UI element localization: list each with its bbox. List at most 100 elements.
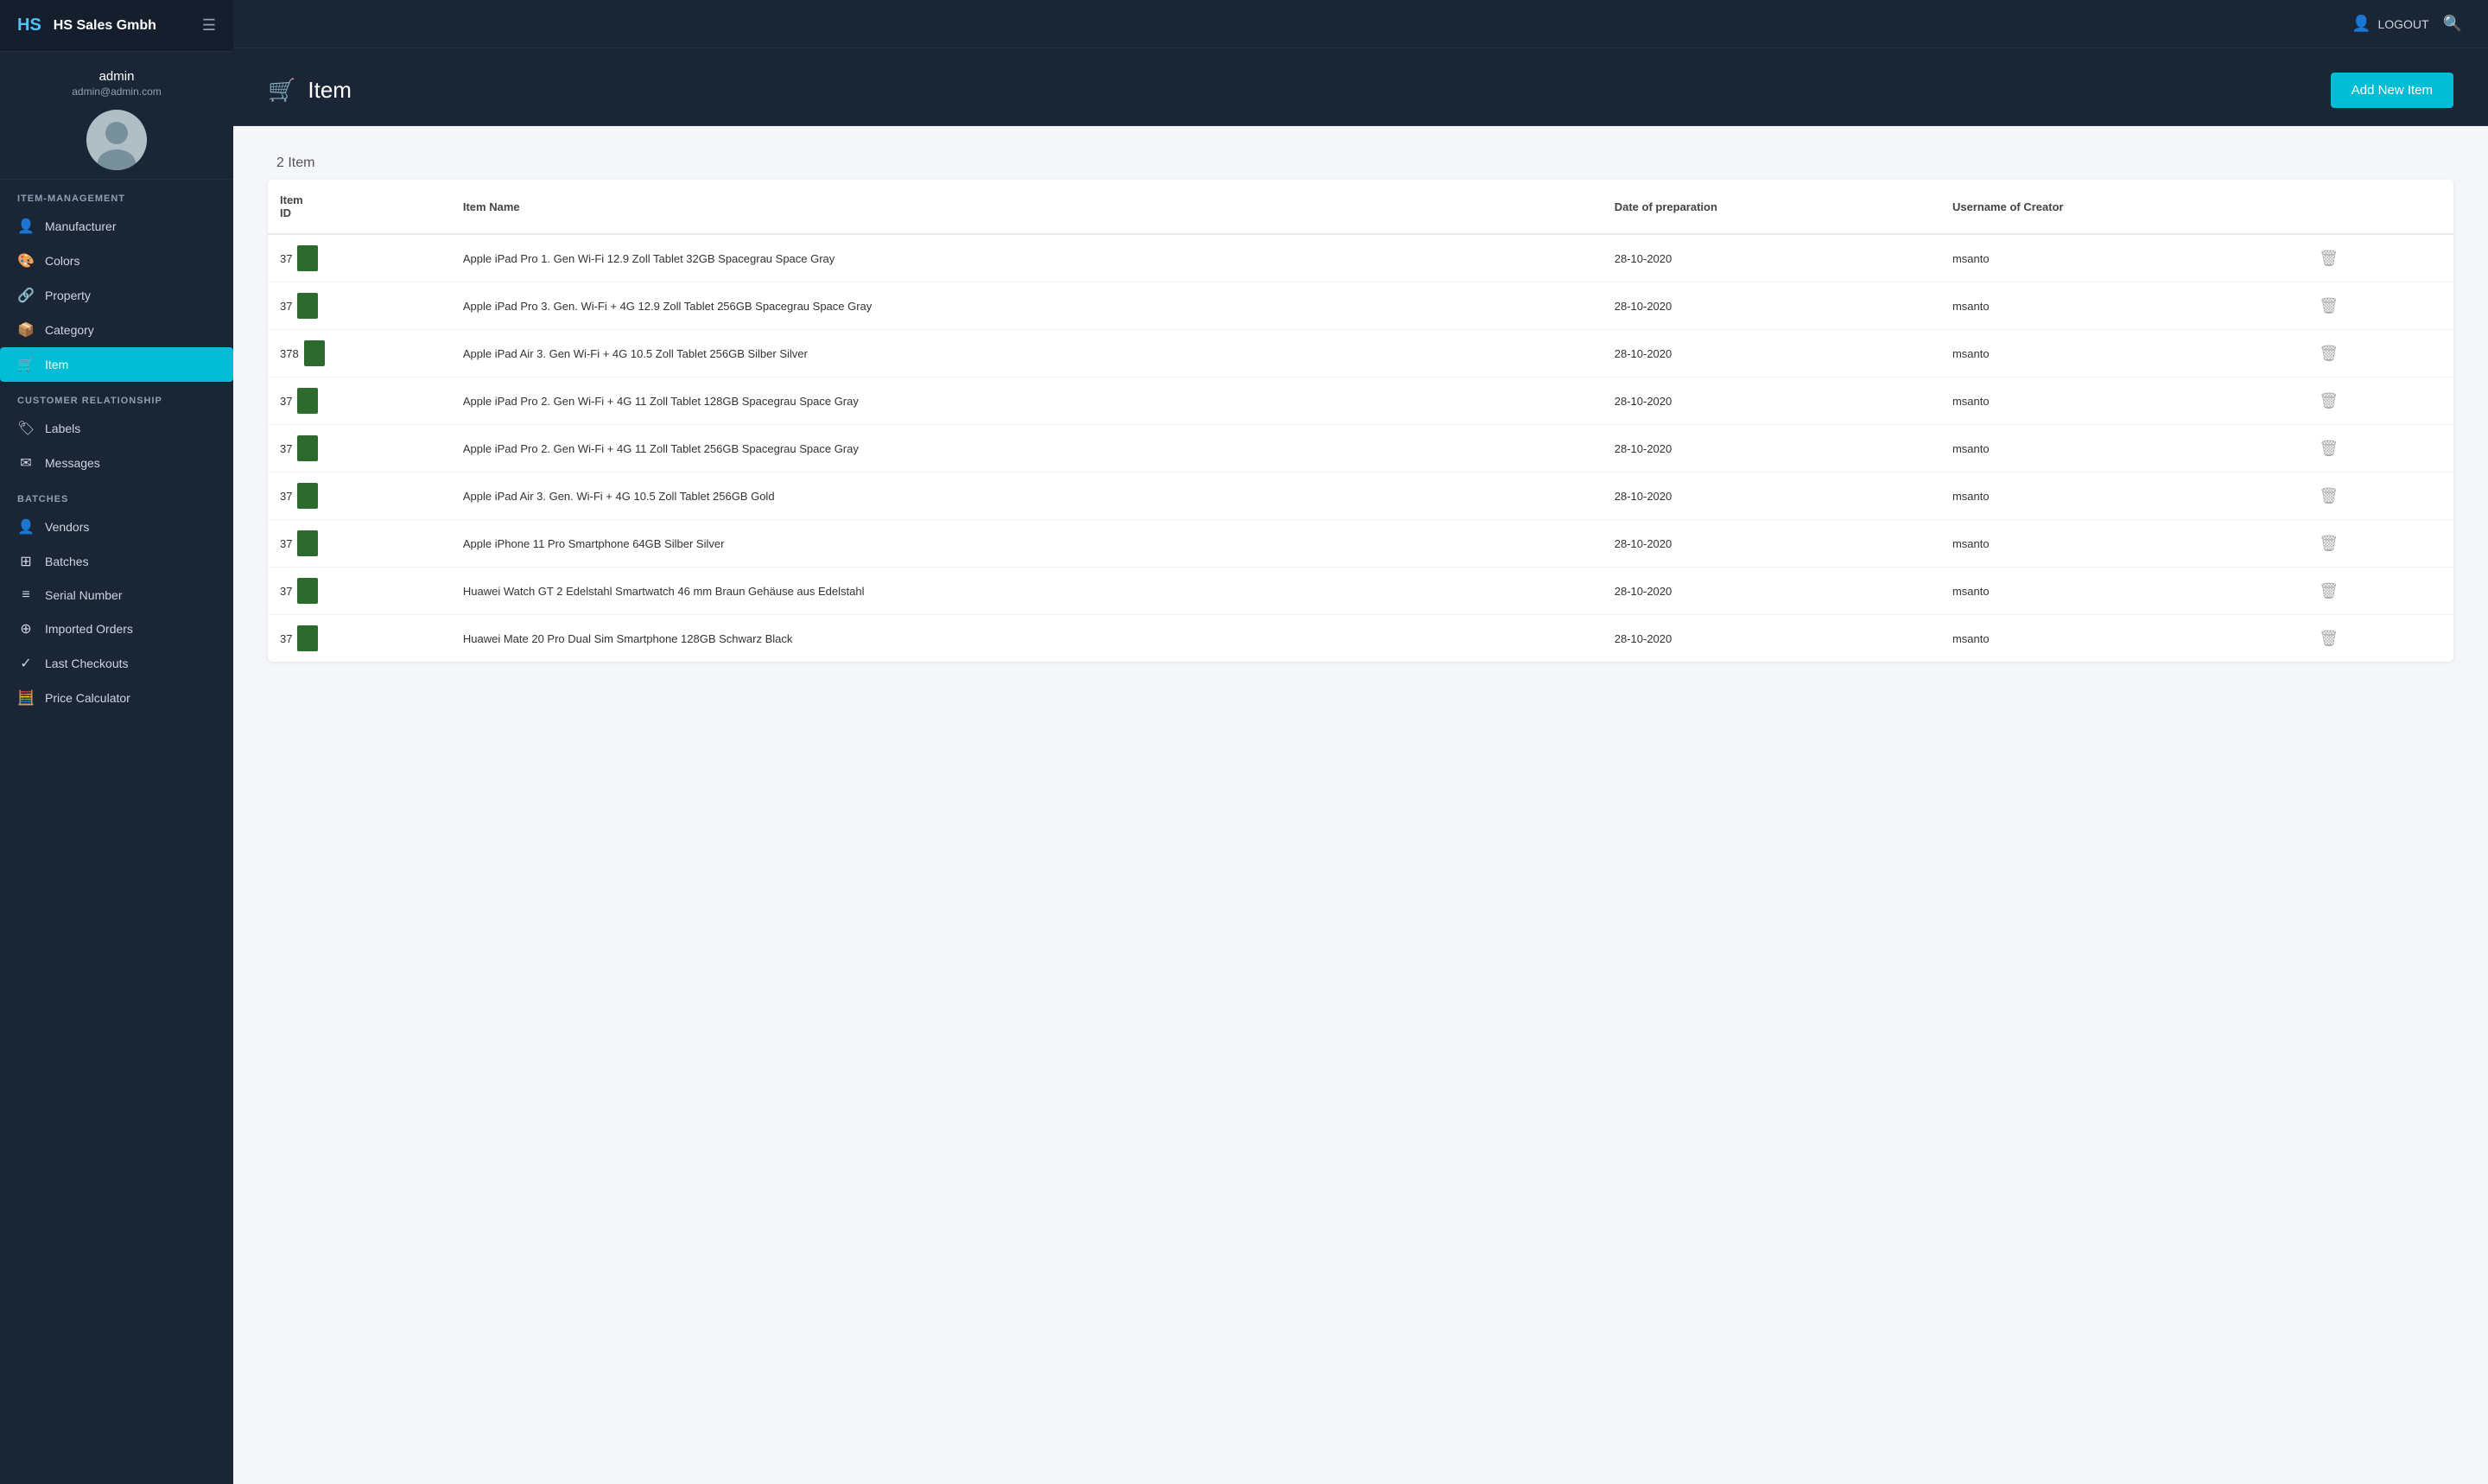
cell-item-name: Apple iPad Pro 2. Gen Wi-Fi + 4G 11 Zoll…	[451, 377, 1603, 425]
cell-item-id: 37	[268, 472, 451, 520]
cell-actions: 🗑	[2300, 425, 2453, 472]
color-swatch	[297, 625, 318, 651]
serial-number-icon: ≡	[17, 587, 35, 603]
sidebar-item-label: Item	[45, 358, 68, 371]
cell-item-id: 37	[268, 615, 451, 663]
delete-button[interactable]: 🗑	[2312, 294, 2345, 319]
item-icon: 🛒	[17, 356, 35, 373]
items-table-container: ItemID Item Name Date of preparation Use…	[268, 180, 2453, 662]
col-actions	[2300, 180, 2453, 234]
item-id-text: 37	[280, 537, 292, 550]
sidebar-item-label: Vendors	[45, 520, 89, 534]
search-icon[interactable]: 🔍	[2443, 15, 2462, 33]
cart-icon: 🛒	[268, 77, 295, 104]
color-swatch	[297, 483, 318, 509]
sidebar-item-label: Category	[45, 323, 94, 337]
delete-button[interactable]: 🗑	[2312, 531, 2345, 556]
cell-item-name: Apple iPhone 11 Pro Smartphone 64GB Silb…	[451, 520, 1603, 568]
cell-creator: msanto	[1940, 520, 2300, 568]
sidebar-item-price-calculator[interactable]: 🧮 Price Calculator	[0, 681, 233, 715]
cell-date: 28-10-2020	[1603, 282, 1940, 330]
sidebar-item-labels[interactable]: 🏷 Labels	[0, 411, 233, 446]
logout-button[interactable]: 👤 LOGOUT	[2352, 15, 2429, 33]
delete-button[interactable]: 🗑	[2312, 626, 2345, 651]
hamburger-icon[interactable]: ☰	[202, 16, 216, 35]
cell-actions: 🗑	[2300, 520, 2453, 568]
cell-item-id: 37	[268, 234, 451, 282]
item-id-text: 37	[280, 252, 292, 265]
item-id-text: 37	[280, 490, 292, 503]
delete-button[interactable]: 🗑	[2312, 484, 2345, 509]
sidebar-item-category[interactable]: 📦 Category	[0, 313, 233, 347]
sidebar: HS HS Sales Gmbh ☰ admin admin@admin.com…	[0, 0, 233, 1484]
cell-item-id: 37	[268, 282, 451, 330]
delete-button[interactable]: 🗑	[2312, 246, 2345, 271]
main-area: 👤 LOGOUT 🔍 🛒 Item Add New Item 2 Item	[233, 0, 2488, 1484]
sidebar-item-label: Labels	[45, 422, 80, 435]
cell-date: 28-10-2020	[1603, 425, 1940, 472]
sidebar-item-vendors[interactable]: 👤 Vendors	[0, 510, 233, 544]
cell-item-name: Apple iPad Air 3. Gen. Wi-Fi + 4G 10.5 Z…	[451, 472, 1603, 520]
sidebar-item-colors[interactable]: 🎨 Colors	[0, 244, 233, 278]
sidebar-item-batches[interactable]: ⊞ Batches	[0, 544, 233, 579]
table-row: 378 Apple iPad Air 3. Gen Wi-Fi + 4G 10.…	[268, 330, 2453, 377]
sidebar-item-manufacturer[interactable]: 👤 Manufacturer	[0, 209, 233, 244]
cell-date: 28-10-2020	[1603, 520, 1940, 568]
sidebar-item-label: Property	[45, 289, 91, 302]
topbar-right: 👤 LOGOUT 🔍	[2352, 15, 2462, 33]
col-creator: Username of Creator	[1940, 180, 2300, 234]
delete-button[interactable]: 🗑	[2312, 341, 2345, 366]
cell-date: 28-10-2020	[1603, 377, 1940, 425]
imported-orders-icon: ⊕	[17, 620, 35, 637]
cell-date: 28-10-2020	[1603, 330, 1940, 377]
sidebar-item-imported-orders[interactable]: ⊕ Imported Orders	[0, 612, 233, 646]
avatar	[86, 110, 147, 170]
sidebar-item-label: Colors	[45, 254, 79, 268]
item-id-text: 37	[280, 632, 292, 645]
sidebar-item-label: Serial Number	[45, 588, 122, 602]
messages-icon: ✉	[17, 454, 35, 472]
content-header: 🛒 Item Add New Item	[233, 48, 2488, 126]
labels-icon: 🏷	[17, 420, 35, 437]
cell-item-name: Huawei Watch GT 2 Edelstahl Smartwatch 4…	[451, 568, 1603, 615]
cell-actions: 🗑	[2300, 234, 2453, 282]
vendors-icon: 👤	[17, 518, 35, 536]
cell-item-name: Apple iPad Air 3. Gen Wi-Fi + 4G 10.5 Zo…	[451, 330, 1603, 377]
cell-creator: msanto	[1940, 330, 2300, 377]
color-swatch	[297, 435, 318, 461]
delete-button[interactable]: 🗑	[2312, 389, 2345, 414]
sidebar-item-label: Imported Orders	[45, 622, 133, 636]
page-title-area: 🛒 Item	[268, 77, 352, 104]
table-row: 37 Apple iPad Pro 3. Gen. Wi-Fi + 4G 12.…	[268, 282, 2453, 330]
cell-creator: msanto	[1940, 615, 2300, 663]
cell-item-id: 37	[268, 425, 451, 472]
logout-label: LOGOUT	[2377, 17, 2428, 31]
item-count-badge: 2 Item	[276, 155, 314, 170]
sidebar-item-serial-number[interactable]: ≡ Serial Number	[0, 579, 233, 612]
sidebar-item-item[interactable]: 🛒 Item	[0, 347, 233, 382]
delete-button[interactable]: 🗑	[2312, 579, 2345, 604]
add-new-item-button[interactable]: Add New Item	[2331, 73, 2453, 108]
cell-item-name: Apple iPad Pro 3. Gen. Wi-Fi + 4G 12.9 Z…	[451, 282, 1603, 330]
delete-button[interactable]: 🗑	[2312, 436, 2345, 461]
sidebar-item-label: Manufacturer	[45, 219, 116, 233]
items-table: ItemID Item Name Date of preparation Use…	[268, 180, 2453, 662]
cell-date: 28-10-2020	[1603, 234, 1940, 282]
cell-item-name: Apple iPad Pro 2. Gen Wi-Fi + 4G 11 Zoll…	[451, 425, 1603, 472]
sidebar-item-messages[interactable]: ✉ Messages	[0, 446, 233, 480]
sidebar-item-last-checkouts[interactable]: ✓ Last Checkouts	[0, 646, 233, 681]
sidebar-item-property[interactable]: 🔗 Property	[0, 278, 233, 313]
cell-creator: msanto	[1940, 425, 2300, 472]
sidebar-header: HS HS Sales Gmbh ☰	[0, 0, 233, 52]
manufacturer-icon: 👤	[17, 218, 35, 235]
cell-creator: msanto	[1940, 282, 2300, 330]
app-title: HS Sales Gmbh	[54, 18, 156, 34]
cell-creator: msanto	[1940, 568, 2300, 615]
color-swatch	[297, 578, 318, 604]
user-circle-icon: 👤	[2352, 15, 2371, 33]
color-swatch	[297, 388, 318, 414]
color-swatch	[297, 245, 318, 271]
batches-label: BATCHES	[0, 480, 233, 510]
table-row: 37 Apple iPad Pro 2. Gen Wi-Fi + 4G 11 Z…	[268, 377, 2453, 425]
color-swatch	[297, 530, 318, 556]
